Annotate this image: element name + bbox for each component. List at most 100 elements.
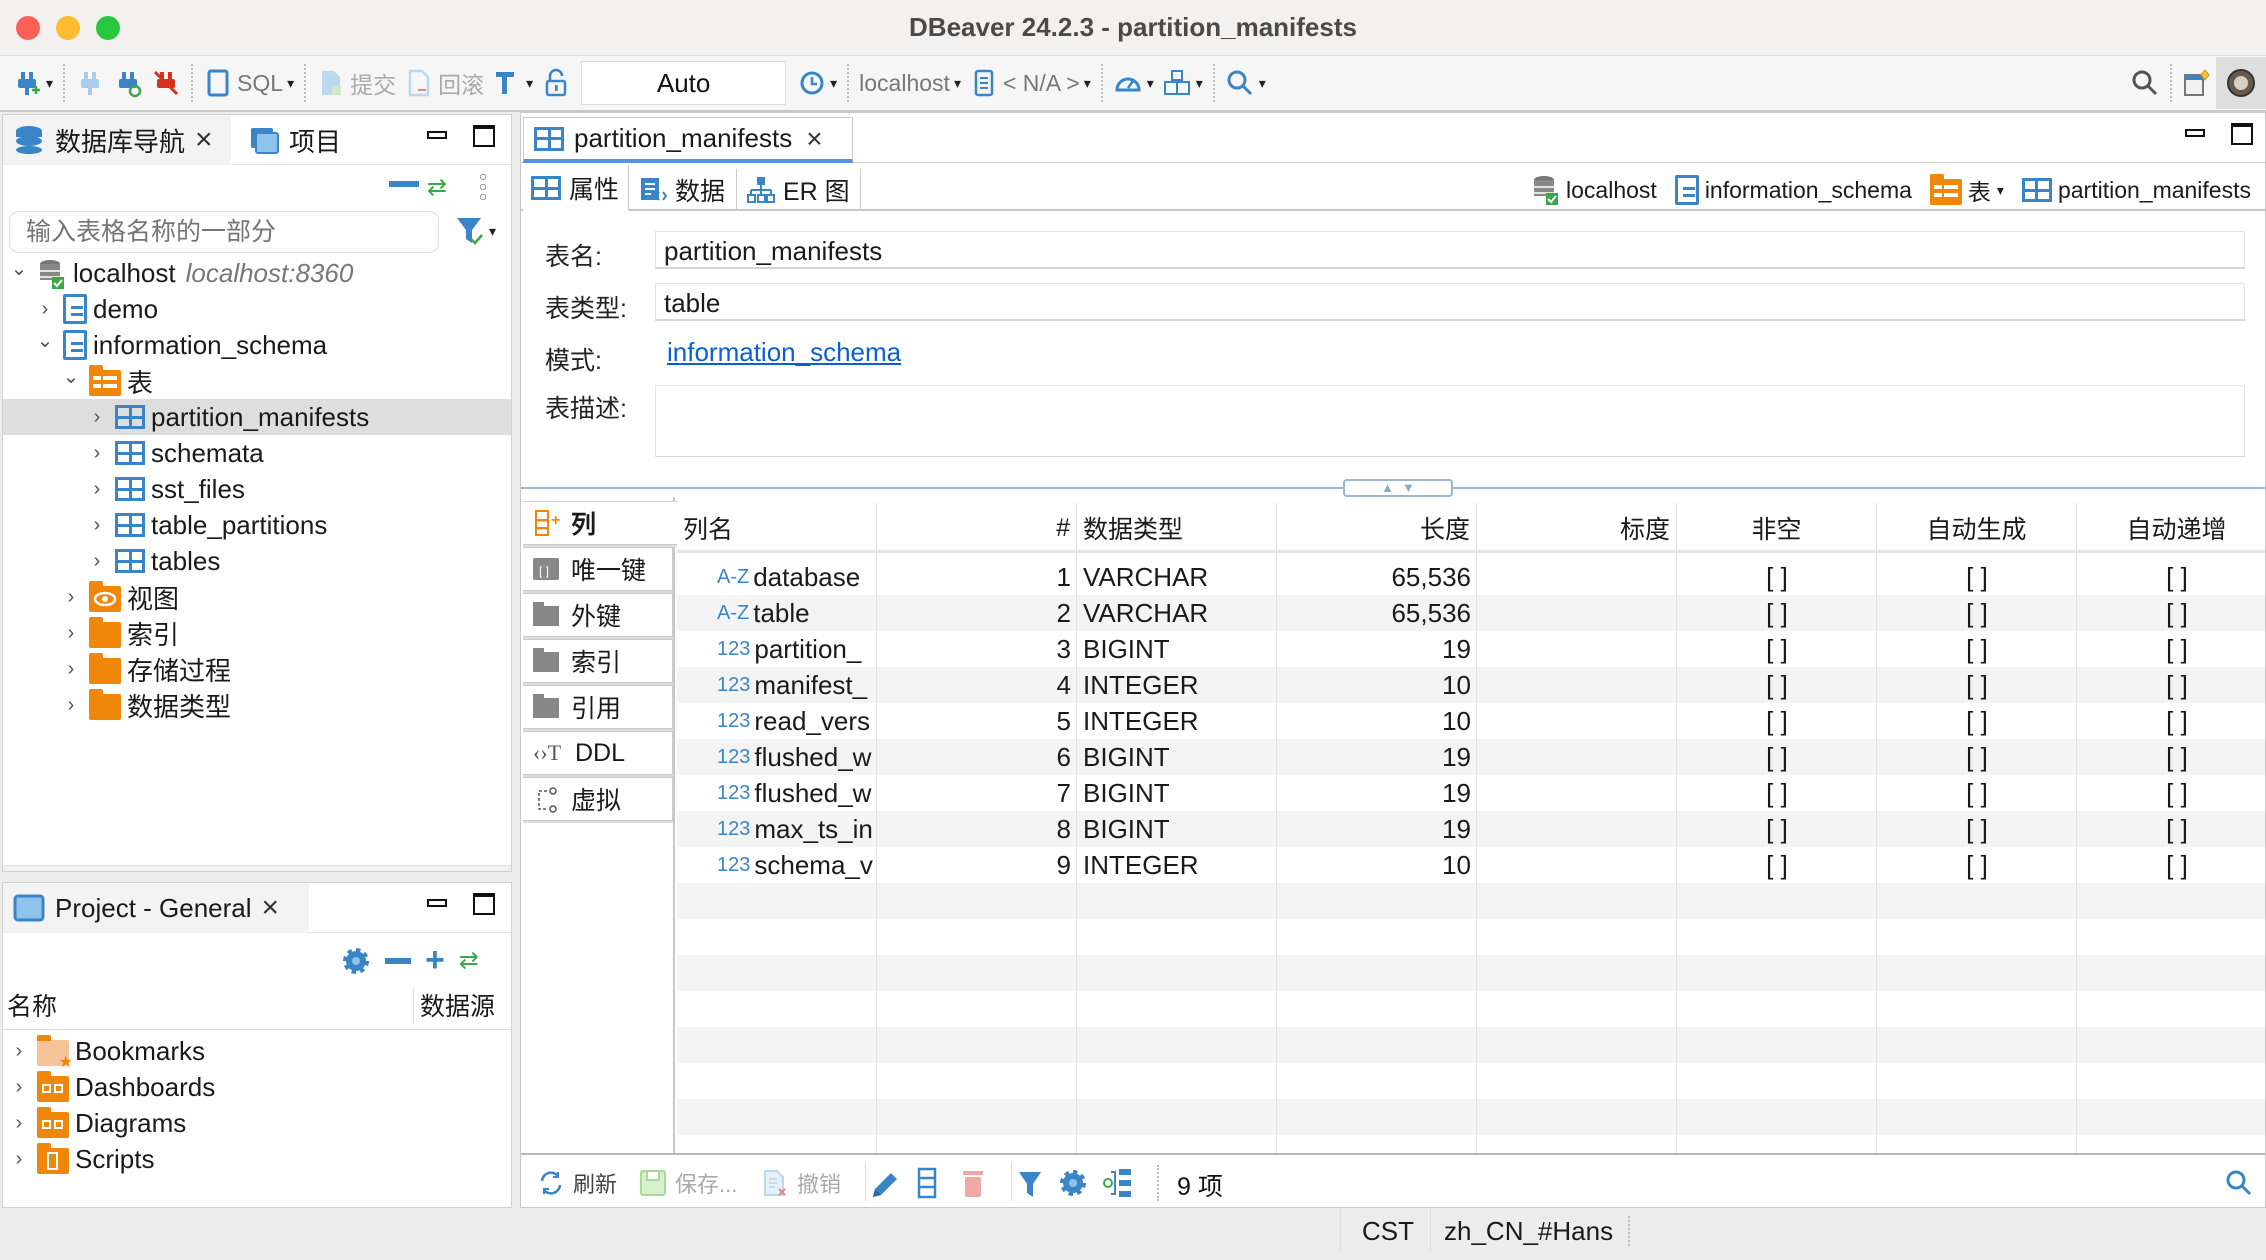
table-row[interactable]: A-Z database 1 VARCHAR 65,536[ ][ ][ ]: [677, 559, 2265, 595]
tree-node[interactable]: › partition_manifests: [3, 399, 511, 435]
cell-length[interactable]: 10: [1277, 667, 1477, 703]
cell-name[interactable]: A-Z database: [677, 559, 877, 595]
column-header[interactable]: 非空: [1677, 503, 1877, 553]
close-tab-icon[interactable]: ×: [262, 891, 280, 925]
tree-node[interactable]: › demo: [3, 291, 511, 327]
cell-dtype[interactable]: BIGINT: [1077, 739, 1277, 775]
cell-notnull[interactable]: [ ]: [1677, 739, 1877, 775]
side-tab-foreign-key-folder[interactable]: 外键: [523, 593, 673, 637]
cell-autogen[interactable]: [ ]: [1877, 811, 2077, 847]
cell-length[interactable]: 19: [1277, 631, 1477, 667]
collapse-all-button[interactable]: [389, 179, 419, 189]
close-tab-icon[interactable]: ×: [806, 123, 822, 155]
project-item[interactable]: › Scripts: [3, 1141, 511, 1177]
cell-name[interactable]: 123 partition_: [677, 631, 877, 667]
table-filter-input[interactable]: [9, 211, 439, 253]
subtab-data[interactable]: 数据: [631, 169, 737, 211]
project-item[interactable]: › ★ Bookmarks: [3, 1033, 511, 1071]
column-divider[interactable]: [1476, 553, 1477, 1185]
column-header[interactable]: #: [877, 503, 1077, 553]
side-tab-unique-key[interactable]: [ ] 唯一键: [523, 547, 673, 591]
table-row[interactable]: 123 max_ts_in 8 BIGINT 19[ ][ ][ ]: [677, 811, 2265, 847]
chevron-right-icon[interactable]: ›: [9, 1040, 29, 1063]
add-icon[interactable]: +: [425, 941, 445, 980]
locale-indicator[interactable]: zh_CN_#Hans: [1444, 1216, 1613, 1247]
cell-notnull[interactable]: [ ]: [1677, 847, 1877, 883]
cell-autoinc[interactable]: [ ]: [2077, 739, 2265, 775]
cell-dtype[interactable]: INTEGER: [1077, 847, 1277, 883]
disconnect-button[interactable]: [147, 61, 185, 105]
side-tab-virtual[interactable]: 虚拟: [523, 777, 673, 821]
cell-autoinc[interactable]: [ ]: [2077, 595, 2265, 631]
tree-node[interactable]: ⌄ information_schema: [3, 327, 511, 363]
column-header-name[interactable]: 名称: [7, 987, 57, 1023]
add-row-icon[interactable]: [917, 1167, 937, 1199]
cell-autoinc[interactable]: [ ]: [2077, 703, 2265, 739]
cell-scale[interactable]: [1477, 703, 1677, 739]
cell-dtype[interactable]: VARCHAR: [1077, 559, 1277, 595]
sash-toggle-button[interactable]: ▲ ▼: [1343, 479, 1453, 497]
cell-autogen[interactable]: [ ]: [1877, 703, 2077, 739]
table-row[interactable]: 123 flushed_w 7 BIGINT 19[ ][ ][ ]: [677, 775, 2265, 811]
cell-autogen[interactable]: [ ]: [1877, 739, 2077, 775]
cell-dtype[interactable]: BIGINT: [1077, 775, 1277, 811]
link-arrows-icon[interactable]: ⇄: [459, 946, 479, 975]
lock-button[interactable]: [537, 61, 575, 105]
chevron-down-icon[interactable]: ⌄: [35, 328, 55, 353]
tree-node[interactable]: › sst_files: [3, 471, 511, 507]
maximize-panel-button[interactable]: [473, 893, 495, 915]
column-divider[interactable]: [1276, 553, 1277, 1185]
breadcrumb-schema[interactable]: information_schema: [1674, 175, 1912, 205]
cell-name[interactable]: 123 flushed_w: [677, 775, 877, 811]
cell-notnull[interactable]: [ ]: [1677, 667, 1877, 703]
side-tab-references-folder[interactable]: 引用: [523, 685, 673, 729]
column-header[interactable]: 自动递增: [2077, 503, 2265, 553]
project-item[interactable]: › Diagrams: [3, 1105, 511, 1141]
filter-icon[interactable]: [1017, 1169, 1043, 1199]
cell-autogen[interactable]: [ ]: [1877, 775, 2077, 811]
project-item[interactable]: › Dashboards: [3, 1069, 511, 1105]
cell-num[interactable]: 3: [877, 631, 1077, 667]
column-mapping-icon[interactable]: [1101, 1167, 1133, 1199]
cell-name[interactable]: 123 manifest_: [677, 667, 877, 703]
link-with-editor-button[interactable]: ⇄: [427, 173, 447, 202]
cell-scale[interactable]: [1477, 739, 1677, 775]
cell-length[interactable]: 65,536: [1277, 595, 1477, 631]
cell-scale[interactable]: [1477, 847, 1677, 883]
cell-notnull[interactable]: [ ]: [1677, 811, 1877, 847]
cell-length[interactable]: 19: [1277, 811, 1477, 847]
filter-settings-button[interactable]: ▾: [455, 215, 496, 247]
reconnect-button[interactable]: [109, 61, 147, 105]
side-tab-ddl[interactable]: ‹›T DDL: [523, 731, 673, 775]
transaction-mode-button[interactable]: ▾: [488, 61, 537, 105]
side-tab-index-folder[interactable]: 索引: [523, 639, 673, 683]
cell-autoinc[interactable]: [ ]: [2077, 559, 2265, 595]
column-header[interactable]: 自动生成: [1877, 503, 2077, 553]
column-divider[interactable]: [1876, 553, 1877, 1185]
refresh-button[interactable]: 刷新: [537, 1167, 617, 1199]
search-tools-button[interactable]: ▾: [1221, 61, 1270, 105]
schema-link[interactable]: information_schema: [667, 337, 901, 368]
history-button[interactable]: ▾: [792, 61, 841, 105]
timezone-indicator[interactable]: CST: [1362, 1216, 1414, 1247]
chevron-right-icon[interactable]: ›: [9, 1148, 29, 1171]
chevron-right-icon[interactable]: ›: [61, 622, 81, 645]
column-header[interactable]: 长度: [1277, 503, 1477, 553]
table-row[interactable]: 123 schema_v 9 INTEGER 10[ ][ ][ ]: [677, 847, 2265, 883]
cell-autogen[interactable]: [ ]: [1877, 847, 2077, 883]
cell-autoinc[interactable]: [ ]: [2077, 775, 2265, 811]
chevron-right-icon[interactable]: ›: [87, 442, 107, 465]
cell-autoinc[interactable]: [ ]: [2077, 631, 2265, 667]
commit-button[interactable]: 提交: [312, 61, 400, 105]
cell-scale[interactable]: [1477, 667, 1677, 703]
tree-node[interactable]: › schemata: [3, 435, 511, 471]
chevron-down-icon[interactable]: ⌄: [61, 364, 81, 389]
subtab-er-diagram[interactable]: ER 图: [739, 169, 861, 211]
column-header-datasource[interactable]: 数据源: [413, 987, 495, 1023]
chevron-right-icon[interactable]: ›: [9, 1076, 29, 1099]
column-header[interactable]: 数据类型: [1077, 503, 1277, 553]
cell-num[interactable]: 5: [877, 703, 1077, 739]
chevron-right-icon[interactable]: ›: [35, 298, 55, 321]
gear-icon[interactable]: [341, 946, 371, 976]
cell-num[interactable]: 2: [877, 595, 1077, 631]
